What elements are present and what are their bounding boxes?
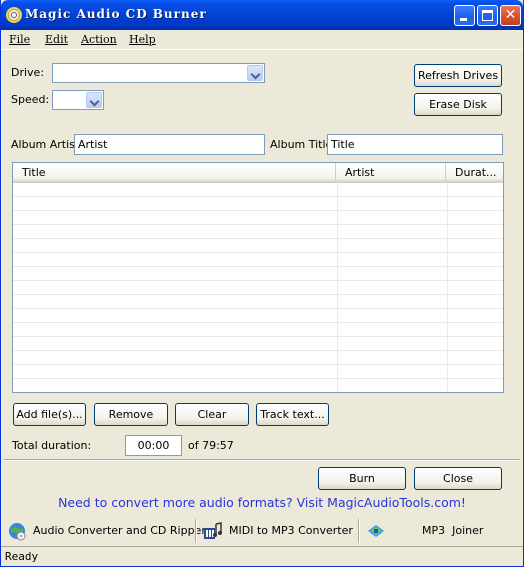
joiner-icon <box>368 525 384 537</box>
list-row-blank <box>13 197 503 211</box>
column-header-title[interactable]: Title <box>13 163 336 183</box>
album-title-input[interactable]: Title <box>327 134 503 155</box>
footer-separator <box>195 519 197 543</box>
list-row-blank <box>13 239 503 253</box>
list-row-blank <box>13 225 503 239</box>
list-row-blank <box>13 379 503 392</box>
globe-converter-icon <box>9 523 26 541</box>
close-window-button[interactable]: ✕ <box>500 5 521 26</box>
maximize-button[interactable] <box>477 5 498 26</box>
list-row-blank <box>13 253 503 267</box>
status-bar: Ready <box>1 546 523 566</box>
maximize-icon <box>482 10 493 21</box>
title-bar[interactable]: Magic Audio CD Burner ✕ <box>1 0 523 30</box>
list-row-blank <box>13 365 503 379</box>
cd-icon <box>6 7 22 23</box>
speed-label: Speed: <box>11 93 50 106</box>
separator <box>4 459 520 461</box>
chevron-down-icon[interactable] <box>86 92 102 108</box>
drive-select[interactable] <box>52 63 265 83</box>
column-header-artist[interactable]: Artist <box>336 163 446 183</box>
column-divider <box>337 183 338 392</box>
album-artist-label: Album Artist: <box>11 138 83 151</box>
refresh-drives-button[interactable]: Refresh Drives <box>414 64 502 87</box>
track-list[interactable]: Title Artist Durat... <box>12 162 504 393</box>
menu-edit[interactable]: Edit <box>45 33 68 46</box>
menu-help[interactable]: Help <box>129 33 156 46</box>
total-duration-label: Total duration: <box>12 439 92 452</box>
chevron-down-icon[interactable] <box>247 65 263 81</box>
app-window: Magic Audio CD Burner ✕ File Edit Action… <box>0 0 524 567</box>
remove-button[interactable]: Remove <box>94 403 168 426</box>
column-divider <box>447 183 448 392</box>
menu-edit-label: Edit <box>45 33 69 46</box>
track-list-header: Title Artist Durat... <box>13 163 503 183</box>
window-title: Magic Audio CD Burner <box>25 7 207 21</box>
audio-converter-label: Audio Converter and CD Ripper <box>33 524 206 537</box>
total-duration-value: 00:00 <box>125 435 182 456</box>
close-button[interactable]: Close <box>414 467 502 490</box>
menu-action[interactable]: Action <box>81 33 117 46</box>
promo-link[interactable]: Need to convert more audio formats? Visi… <box>1 495 523 510</box>
list-row-blank <box>13 267 503 281</box>
list-row-blank <box>13 323 503 337</box>
minimize-button[interactable] <box>454 5 475 26</box>
list-row-blank <box>13 351 503 365</box>
menu-action-label: Action <box>81 33 117 46</box>
menu-file-label: File <box>9 33 31 46</box>
footer-separator <box>358 519 360 543</box>
list-row-blank <box>13 309 503 323</box>
column-header-duration[interactable]: Durat... <box>446 163 503 183</box>
list-row-blank <box>13 183 503 197</box>
midi-icon <box>204 522 222 539</box>
speed-select[interactable] <box>52 90 104 110</box>
list-row-blank <box>13 295 503 309</box>
drive-label: Drive: <box>11 66 45 79</box>
track-text-button[interactable]: Track text... <box>256 403 329 426</box>
add-files-button[interactable]: Add file(s)... <box>13 403 86 426</box>
close-icon: ✕ <box>504 7 517 23</box>
clear-button[interactable]: Clear <box>175 403 249 426</box>
menu-file[interactable]: File <box>9 33 30 46</box>
minimize-icon <box>460 18 467 21</box>
capacity-label: of 79:57 <box>188 439 234 452</box>
midi-converter-label: MIDI to MP3 Converter <box>229 524 353 537</box>
burn-button[interactable]: Burn <box>318 467 406 490</box>
list-row-blank <box>13 281 503 295</box>
list-row-blank <box>13 211 503 225</box>
status-text: Ready <box>5 550 39 563</box>
erase-disk-button[interactable]: Erase Disk <box>414 93 502 116</box>
mp3-joiner-label: MP3 Joiner <box>422 524 484 537</box>
album-artist-input[interactable]: Artist <box>74 134 265 155</box>
menu-help-label: Help <box>129 33 156 46</box>
list-row-blank <box>13 337 503 351</box>
menu-bar: File Edit Action Help <box>1 30 523 50</box>
